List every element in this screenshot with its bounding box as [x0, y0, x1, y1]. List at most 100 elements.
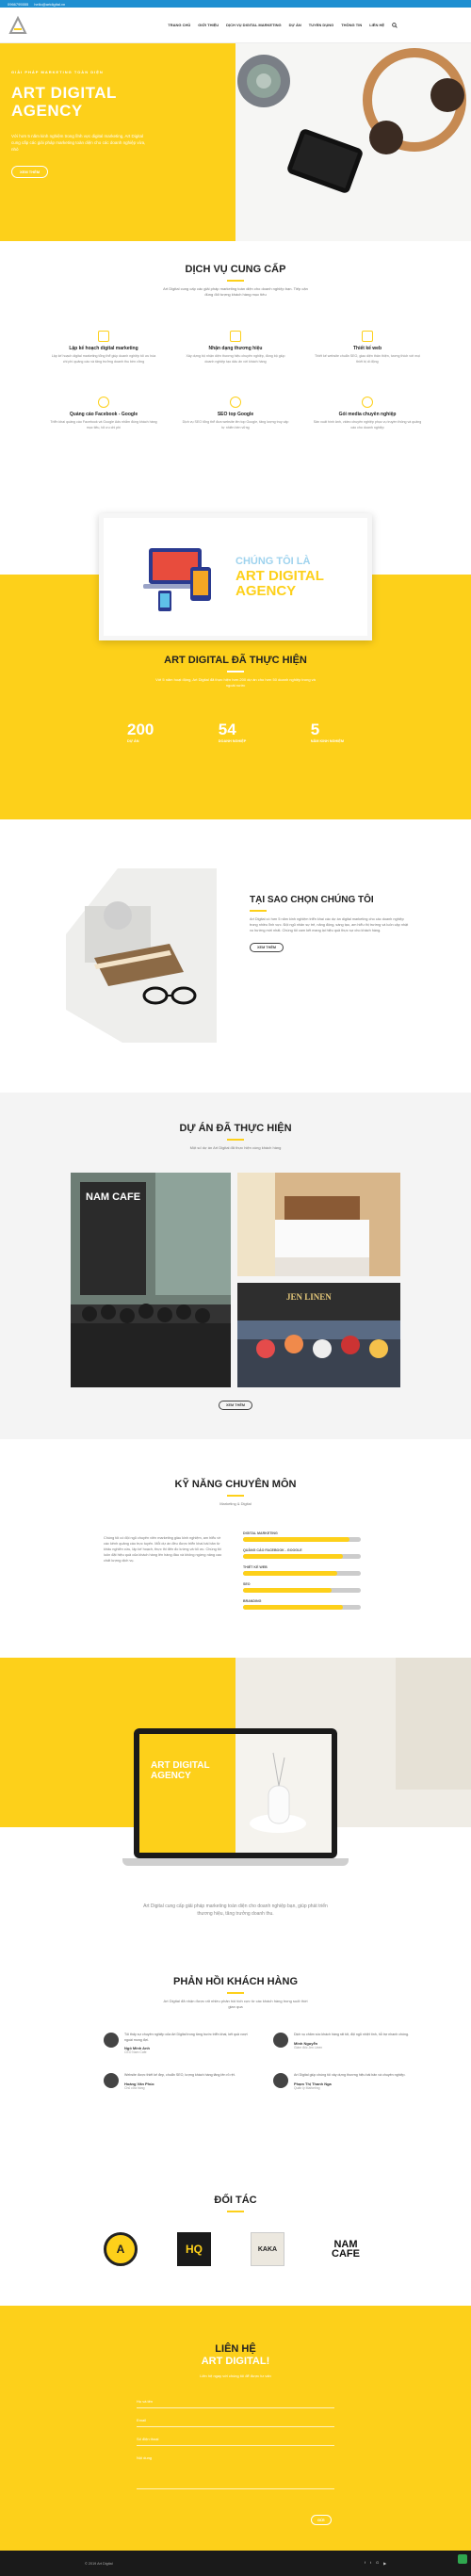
why-title: TẠI SAO CHỌN CHÚNG TÔI: [250, 895, 374, 905]
service-item[interactable]: Nhận dạng thương hiệu Xây dựng bộ nhận d…: [170, 331, 301, 365]
testimonials-subtitle: Art Digital đã nhận được rất nhiều phản …: [163, 1999, 308, 2009]
skill-bar: [243, 1554, 361, 1559]
nav-item-projects[interactable]: DỰ ÁN: [289, 23, 301, 27]
service-title: Quảng cáo Facebook - Google: [69, 412, 138, 417]
nav-item-about[interactable]: GIỚI THIỆU: [198, 23, 219, 27]
hero-more-button[interactable]: XEM THÊM: [11, 166, 49, 178]
service-title: Gói media chuyên nghiệp: [338, 412, 397, 417]
project-image-bedroom[interactable]: [237, 1173, 400, 1276]
service-item[interactable]: Quảng cáo Facebook - Google Triển khai q…: [38, 397, 170, 430]
projects-section: DỰ ÁN ĐÃ THỰC HIỆN Một số dự án Art Digi…: [0, 1093, 471, 1439]
project-image-cafe[interactable]: NAM CAFE: [71, 1173, 231, 1387]
avatar: [273, 2033, 288, 2048]
skill-bar: [243, 1605, 361, 1610]
testimonial-card: Art Digital giúp chúng tôi xây dựng thươ…: [273, 2073, 424, 2090]
stat-number: 200: [127, 721, 154, 738]
service-item[interactable]: Gói media chuyên nghiệp Sản xuất hình ản…: [301, 397, 433, 430]
partner-logo-text: HQ: [186, 2243, 203, 2256]
search-icon[interactable]: [392, 22, 398, 28]
agency-banner-text: CHÚNG TÔI LÀ ART DIGITAL AGENCY: [236, 554, 324, 599]
testimonials-grid: Tôi thấy sự chuyên nghiệp của Art Digita…: [104, 2033, 409, 2090]
twitter-icon[interactable]: t: [370, 2561, 371, 2566]
service-item[interactable]: Thiết kế web Thiết kế website chuẩn SEO,…: [301, 331, 433, 365]
laptop-screen-photo: [236, 1734, 332, 1853]
service-desc: Triển khai quảng cáo Facebook và Google …: [50, 420, 157, 429]
hero-title-line2: AGENCY: [11, 102, 83, 120]
showcase-caption: Art Digital cung cấp giải pháp marketing…: [143, 1904, 328, 1917]
title-divider: [227, 671, 244, 672]
name-field[interactable]: Họ và tên: [137, 2395, 334, 2408]
email-field[interactable]: Email: [137, 2414, 334, 2427]
avatar: [104, 2073, 119, 2088]
stats-title: ART DIGITAL ĐÃ THỰC HIỆN: [164, 655, 307, 666]
email-text[interactable]: hello@artdigital.vn: [34, 2, 65, 7]
message-field[interactable]: Nội dung: [137, 2452, 334, 2489]
projects-title: DỰ ÁN ĐÃ THỰC HIỆN: [179, 1123, 292, 1134]
testimonial-card: Website được thiết kế đẹp, chuẩn SEO, lư…: [104, 2073, 254, 2090]
service-item[interactable]: Lập kế hoạch digital marketing Lập kế ho…: [38, 331, 170, 365]
skills-title: KỸ NĂNG CHUYÊN MÔN: [174, 1479, 297, 1490]
testimonial-card: Dịch vụ chăm sóc khách hàng rất tốt, đội…: [273, 2033, 424, 2054]
services-subtitle: Art Digital cung cấp các giải pháp marke…: [163, 286, 308, 297]
nav-item-contact[interactable]: LIÊN HỆ: [369, 23, 384, 27]
testimonial-role: CEO Nam Cafe: [124, 2050, 147, 2054]
nav-item-home[interactable]: TRANG CHỦ: [168, 23, 190, 27]
skill-label: QUẢNG CÁO FACEBOOK - GOOGLE: [243, 1548, 302, 1552]
hero-title-line1: ART DIGITAL: [11, 84, 117, 102]
skills-section: KỸ NĂNG CHUYÊN MÔN Marketing & Digital C…: [0, 1439, 471, 1658]
nav-item-services[interactable]: DỊCH VỤ DIGITAL MARKETING: [226, 23, 282, 27]
stat-item: 5 NĂM KINH NGHIỆM: [311, 721, 344, 743]
services-title: DỊCH VỤ CUNG CẤP: [185, 264, 286, 275]
copyright: © 2019 Art Digital: [85, 2561, 113, 2566]
google-icon[interactable]: G: [376, 2561, 379, 2566]
partner-logo-text: KAKA: [257, 2245, 278, 2253]
title-divider: [250, 910, 267, 912]
nav-item-careers[interactable]: TUYỂN DỤNG: [309, 23, 333, 27]
project-image-shop[interactable]: JEN LINEN: [237, 1283, 400, 1387]
partner-logo[interactable]: NAM CAFE: [324, 2232, 367, 2266]
phone-text[interactable]: 0966795555: [8, 2, 28, 7]
nav-item-news[interactable]: THÔNG TIN: [341, 23, 362, 27]
testimonial-text: Website được thiết kế đẹp, chuẩn SEO, lư…: [124, 2073, 236, 2077]
skill-bar-fill: [243, 1605, 344, 1610]
skill-bar: [243, 1537, 361, 1542]
title-divider: [227, 1495, 244, 1497]
title-divider: [227, 1139, 244, 1141]
service-desc: Thiết kế website chuẩn SEO, giao diện th…: [315, 354, 420, 364]
why-more-button[interactable]: XEM THÊM: [250, 943, 284, 952]
skill-row: DIGITAL MARKETING: [243, 1531, 361, 1542]
title-divider: [227, 280, 244, 282]
skill-bar: [243, 1571, 361, 1576]
title-divider: [227, 2211, 244, 2212]
partner-logo-text: NAM CAFE: [332, 2239, 360, 2260]
footer: © 2019 Art Digital f t G ▶: [0, 2551, 471, 2576]
skill-bar-fill: [243, 1588, 332, 1593]
cafe-sign: NAM CAFE: [86, 1191, 141, 1203]
skill-bars: DIGITAL MARKETING QUẢNG CÁO FACEBOOK - GO…: [243, 1531, 361, 1616]
testimonial-card: Tôi thấy sự chuyên nghiệp của Art Digita…: [104, 2033, 254, 2054]
stat-item: 200 DỰ ÁN: [127, 721, 154, 743]
why-text: Art Digital có hơn 5 năm kinh nghiệm tri…: [250, 917, 409, 932]
banner-line1: CHÚNG TÔI LÀ: [236, 556, 311, 567]
testimonial-role: Chủ cửa hàng: [124, 2085, 145, 2090]
why-section: TẠI SAO CHỌN CHÚNG TÔI Art Digital có hơ…: [0, 819, 471, 1093]
partners-row: A HQ KAKA NAM CAFE: [104, 2232, 367, 2266]
send-button[interactable]: GỬI: [311, 2515, 332, 2525]
avatar: [273, 2073, 288, 2088]
testimonials-title: PHẢN HỒI KHÁCH HÀNG: [173, 1976, 298, 1987]
laptop-base: [122, 1858, 349, 1866]
why-image: [66, 868, 217, 1043]
partner-logo[interactable]: HQ: [177, 2232, 211, 2266]
seo-icon: [230, 397, 241, 408]
partner-logo[interactable]: KAKA: [251, 2232, 284, 2266]
phone-field[interactable]: Số điện thoại: [137, 2433, 334, 2446]
projects-more-button[interactable]: XEM THÊM: [218, 1401, 253, 1410]
stat-label: DỰ ÁN: [127, 739, 139, 743]
partner-logo[interactable]: A: [104, 2232, 138, 2266]
contact-title-line1: LIÊN HỆ: [215, 2343, 256, 2355]
chat-icon[interactable]: [458, 2554, 467, 2564]
service-item[interactable]: SEO top Google Dịch vụ SEO tổng thể đưa …: [170, 397, 301, 430]
youtube-icon[interactable]: ▶: [383, 2561, 386, 2566]
service-desc: Sản xuất hình ảnh, video chuyên nghiệp p…: [313, 420, 422, 429]
logo[interactable]: [8, 15, 28, 36]
